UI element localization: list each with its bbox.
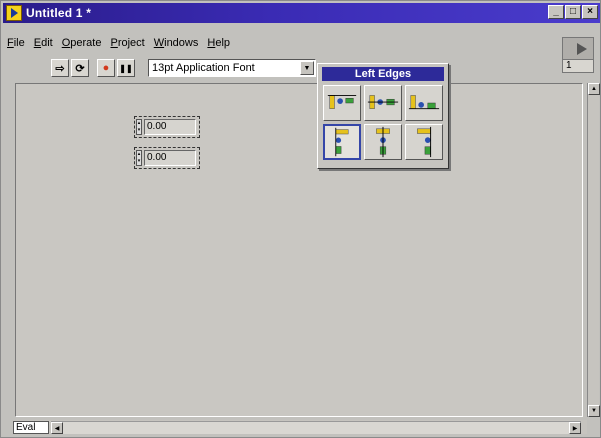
numeric-control[interactable]: ▴ ▾ 0.00 bbox=[134, 116, 200, 138]
menu-project[interactable]: Project bbox=[110, 37, 144, 53]
run-arrow-icon: ⇨ bbox=[55, 62, 65, 75]
numeric-value[interactable]: 0.00 bbox=[144, 119, 196, 135]
window-controls: _ □ × bbox=[548, 5, 598, 19]
align-bottom-edges-button[interactable] bbox=[405, 85, 443, 121]
vi-icon bbox=[563, 38, 593, 60]
vertical-scrollbar[interactable]: ▲ ▼ bbox=[587, 83, 600, 417]
maximize-button[interactable]: □ bbox=[565, 5, 581, 19]
increment-decrement-icon[interactable]: ▴ ▾ bbox=[136, 150, 142, 166]
scroll-up-icon[interactable]: ▲ bbox=[588, 83, 600, 95]
font-select-value: 13pt Application Font bbox=[152, 62, 255, 74]
align-objects-palette: Left Edges bbox=[317, 63, 449, 169]
execution-target-label[interactable]: Eval bbox=[13, 421, 49, 434]
pause-button[interactable]: ❚❚ bbox=[117, 59, 135, 77]
run-continuously-icon: ⟳ bbox=[75, 62, 85, 75]
align-left-edges-icon bbox=[335, 127, 349, 157]
vi-window: Untitled 1 * _ □ × File Edit Operate Pro… bbox=[0, 0, 601, 438]
align-left-edges-button[interactable] bbox=[323, 124, 361, 160]
abort-button[interactable]: ● bbox=[97, 59, 115, 77]
scroll-track[interactable]: ◀ ▶ bbox=[51, 421, 581, 434]
run-button[interactable]: ⇨ bbox=[51, 59, 69, 77]
align-horizontal-centers-button[interactable] bbox=[364, 124, 402, 160]
menu-file[interactable]: File bbox=[7, 37, 25, 53]
connector-pane-number: 1 bbox=[566, 60, 572, 71]
align-right-edges-icon bbox=[417, 126, 432, 158]
align-vertical-centers-button[interactable] bbox=[364, 85, 402, 121]
palette-title: Left Edges bbox=[322, 67, 444, 81]
font-ring-select[interactable]: 13pt Application Font ▼ bbox=[148, 59, 316, 77]
pause-icon: ❚❚ bbox=[119, 63, 133, 73]
align-horizontal-centers-icon bbox=[376, 126, 390, 158]
toolbar: ⇨ ⟳ ● ❚❚ 13pt Application Font ▼ bbox=[3, 57, 563, 79]
horizontal-scrollbar[interactable]: Eval ◀ ▶ bbox=[13, 420, 587, 434]
increment-decrement-icon[interactable]: ▴ ▾ bbox=[136, 119, 142, 135]
run-continuously-button[interactable]: ⟳ bbox=[71, 59, 89, 77]
stop-sign-icon: ● bbox=[102, 62, 110, 74]
menu-windows[interactable]: Windows bbox=[154, 37, 199, 53]
numeric-control[interactable]: ▴ ▾ 0.00 bbox=[134, 147, 200, 169]
menu-edit[interactable]: Edit bbox=[34, 37, 53, 53]
chevron-down-icon[interactable]: ▼ bbox=[300, 61, 314, 75]
align-top-edges-button[interactable] bbox=[323, 85, 361, 121]
menu-operate[interactable]: Operate bbox=[62, 37, 102, 53]
close-button[interactable]: × bbox=[582, 5, 598, 19]
labview-app-icon[interactable] bbox=[6, 5, 22, 21]
menu-help[interactable]: Help bbox=[207, 37, 230, 53]
menu-bar: File Edit Operate Project Windows Help bbox=[3, 37, 230, 53]
align-top-edges-icon bbox=[327, 94, 357, 109]
minimize-button[interactable]: _ bbox=[548, 5, 564, 19]
align-right-edges-button[interactable] bbox=[405, 124, 443, 160]
title-bar[interactable]: Untitled 1 * _ □ × bbox=[3, 3, 600, 23]
scroll-left-icon[interactable]: ◀ bbox=[51, 422, 63, 434]
numeric-value[interactable]: 0.00 bbox=[144, 150, 196, 166]
align-vertical-centers-icon bbox=[367, 95, 399, 109]
scroll-down-icon[interactable]: ▼ bbox=[588, 405, 600, 417]
vi-icon-pane[interactable]: 1 bbox=[562, 37, 594, 73]
window-title: Untitled 1 * bbox=[26, 6, 92, 20]
scroll-right-icon[interactable]: ▶ bbox=[569, 422, 581, 434]
align-bottom-edges-icon bbox=[408, 95, 440, 110]
front-panel-canvas[interactable]: ▴ ▾ 0.00 ▴ ▾ 0.00 bbox=[15, 83, 583, 417]
